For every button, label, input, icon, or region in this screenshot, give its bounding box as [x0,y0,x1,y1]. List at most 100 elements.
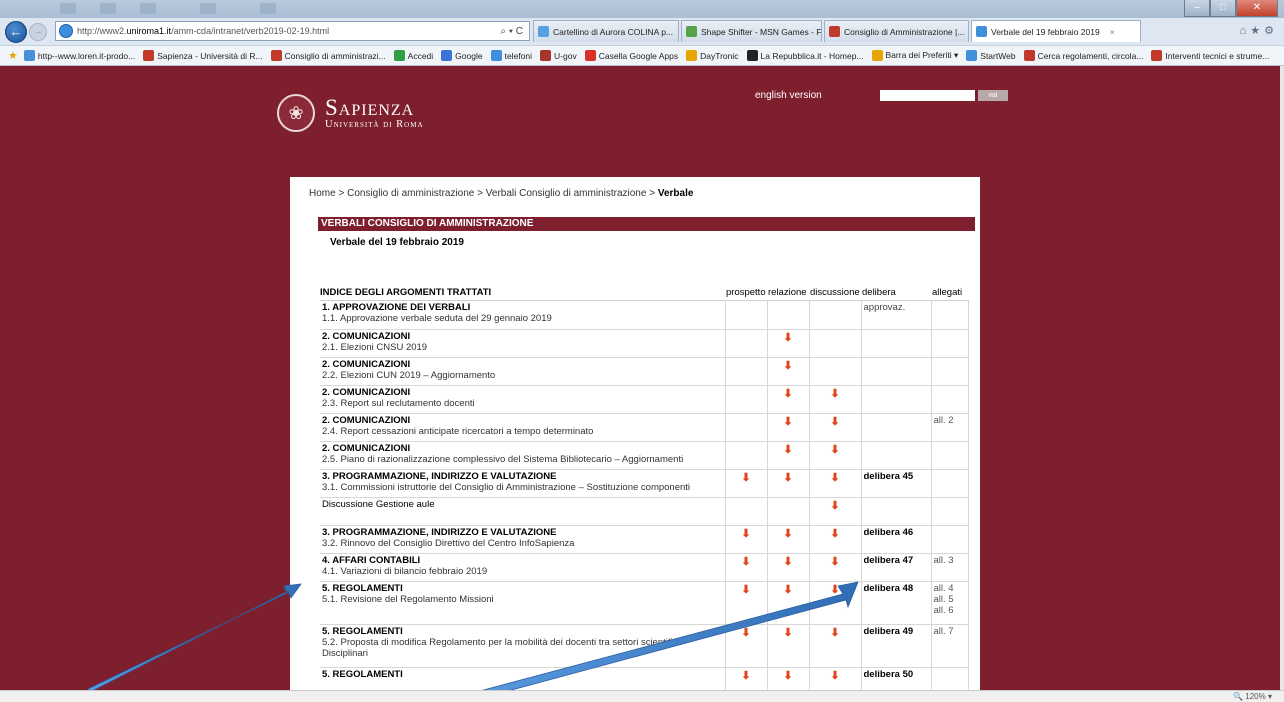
relazione-document-icon[interactable]: ⬇ [783,584,792,596]
discussione-document-icon[interactable]: ⬇ [830,388,839,400]
discussione-document-icon[interactable]: ⬇ [830,472,839,484]
university-seal-icon: ❀ [277,94,315,132]
breadcrumb-home[interactable]: Home [309,188,336,199]
relazione-document-icon[interactable]: ⬇ [783,388,792,400]
relazione-document-icon[interactable]: ⬇ [783,670,792,682]
breadcrumb-current: Verbale [657,188,694,199]
favorite-item[interactable]: Casella Google Apps [584,50,679,61]
table-row: 2. COMUNICAZIONI 2.3. Report sul reclutam… [320,384,969,414]
logo-title: Sapienza [325,94,415,120]
header-discussione: discussione [809,285,861,301]
discussione-document-icon[interactable]: ⬇ [830,556,839,568]
delibera-cell[interactable]: delibera 46 [860,524,932,554]
discussione-document-icon[interactable]: ⬇ [830,528,839,540]
favorite-item[interactable]: Barra dei Preferiti ▾ [871,50,958,61]
argument-subtitle: Discussione Gestione aule [322,498,435,510]
favorites-star-icon[interactable]: ★ [1250,25,1264,37]
delibera-cell[interactable]: delibera 45 [860,468,932,498]
breadcrumb-verbali[interactable]: Verbali Consiglio di amministrazione [486,188,647,199]
delibera-cell[interactable]: delibera 49 [860,623,932,668]
allegati-cell[interactable]: all. 2 [930,412,969,442]
argument-cell: 4. AFFARI CONTABILI 4.1. Variazioni di bi… [320,552,726,582]
favorite-item[interactable]: StartWeb [966,50,1016,61]
english-version-link[interactable]: english version [755,90,822,101]
allegati-cell[interactable]: all. 4 all. 5 all. 6 [930,580,969,625]
address-bar[interactable]: http://www2.uniroma1.it/amm-cda/intranet… [55,21,530,41]
prospetto-document-icon[interactable]: ⬇ [741,670,750,682]
vertical-scrollbar[interactable] [1280,66,1284,690]
breadcrumb-consiglio[interactable]: Consiglio di amministrazione [347,188,474,199]
favorite-item[interactable]: U-gov [540,50,577,61]
prospetto-document-icon[interactable]: ⬇ [741,528,750,540]
favorite-item[interactable]: La Repubblica.it - Homep... [746,50,864,61]
favorite-item[interactable]: telefoni [490,50,532,61]
relazione-document-icon[interactable]: ⬇ [783,528,792,540]
back-button[interactable]: ← [5,20,27,43]
prospetto-document-icon[interactable]: ⬇ [741,556,750,568]
prospetto-document-icon[interactable]: ⬇ [741,584,750,596]
close-window-button[interactable]: ✕ [1236,0,1278,17]
tab-close-icon[interactable]: × [1110,27,1115,37]
relazione-document-icon[interactable]: ⬇ [783,472,792,484]
maximize-button[interactable]: □ [1210,0,1236,17]
discussione-document-icon[interactable]: ⬇ [830,627,839,639]
search-input[interactable] [880,90,975,101]
tab-label: Consiglio di Amministrazione |... [844,26,965,37]
tab-verbale[interactable]: Verbale del 19 febbraio 2019 × [971,20,1141,42]
prospetto-cell [724,328,768,358]
tab-favicon [829,26,840,37]
delibera-cell[interactable]: delibera 47 [860,552,932,582]
discussione-document-icon[interactable]: ⬇ [830,584,839,596]
favorite-icon [441,50,453,61]
header-delibera: delibera [861,285,931,301]
favorite-item[interactable]: Google [441,50,483,61]
favorites-star-icon[interactable]: ★ [8,49,18,62]
discussione-cell: ⬇ [808,468,862,498]
relazione-document-icon[interactable]: ⬇ [783,444,792,456]
search-button[interactable]: vai [978,90,1008,101]
sapienza-logo[interactable]: ❀ Sapienza Università di Roma [277,94,424,132]
discussione-document-icon[interactable]: ⬇ [830,670,839,682]
relazione-document-icon[interactable]: ⬇ [783,360,792,372]
discussione-document-icon[interactable]: ⬇ [830,416,839,428]
relazione-document-icon[interactable]: ⬇ [783,416,792,428]
zoom-icon[interactable]: 🔍 [1233,692,1243,701]
relazione-document-icon[interactable]: ⬇ [783,332,792,344]
tab-shape-shifter[interactable]: Shape Shifter - MSN Games - F... [681,20,822,42]
table-row: 5. REGOLAMENTI 5.1. Revisione del Regolam… [320,580,969,625]
breadcrumb-separator: > [335,188,348,199]
favorite-item[interactable]: Cerca regolamenti, circola... [1023,50,1143,61]
discussione-document-icon[interactable]: ⬇ [830,500,839,512]
relazione-document-icon[interactable]: ⬇ [783,627,792,639]
discussione-cell [808,328,862,358]
delibera-cell[interactable]: delibera 48 [860,580,932,625]
forward-button[interactable]: → [29,22,47,41]
delibera-cell [860,384,932,414]
table-row: 3. PROGRAMMAZIONE, INDIRIZZO E VALUTAZIO… [320,524,969,554]
favorite-item[interactable]: Accedi [393,50,433,61]
discussione-cell: ⬇ [808,552,862,582]
allegati-cell[interactable]: all. 3 [930,552,969,582]
favorite-item[interactable]: DayTronic [686,50,739,61]
prospetto-cell [724,496,768,526]
prospetto-document-icon[interactable]: ⬇ [741,472,750,484]
home-icon[interactable]: ⌂ [1240,25,1251,37]
favorite-item[interactable]: Consiglio di amministrazi... [270,50,386,61]
address-tools[interactable]: ⌕ ▾ C [500,26,529,37]
minimize-button[interactable]: – [1184,0,1210,17]
tab-aurora[interactable]: Cartellino di Aurora COLINA p... [533,20,679,42]
favorite-label: Casella Google Apps [598,50,679,61]
allegati-cell [930,384,969,414]
tab-consiglio[interactable]: Consiglio di Amministrazione |... [824,20,969,42]
prospetto-cell: ⬇ [724,468,768,498]
favorite-item[interactable]: Interventi tecnici e strume... [1151,50,1269,61]
relazione-document-icon[interactable]: ⬇ [783,556,792,568]
prospetto-document-icon[interactable]: ⬇ [741,627,750,639]
discussione-cell: ⬇ [808,384,862,414]
discussione-document-icon[interactable]: ⬇ [830,444,839,456]
allegati-cell[interactable]: all. 7 [930,623,969,668]
zoom-level[interactable]: 120% [1245,692,1265,701]
favorite-item[interactable]: http--www.loren.it-prodo... [23,50,135,61]
gear-icon[interactable]: ⚙ [1264,25,1278,37]
favorite-item[interactable]: Sapienza - Università di R... [143,50,263,61]
